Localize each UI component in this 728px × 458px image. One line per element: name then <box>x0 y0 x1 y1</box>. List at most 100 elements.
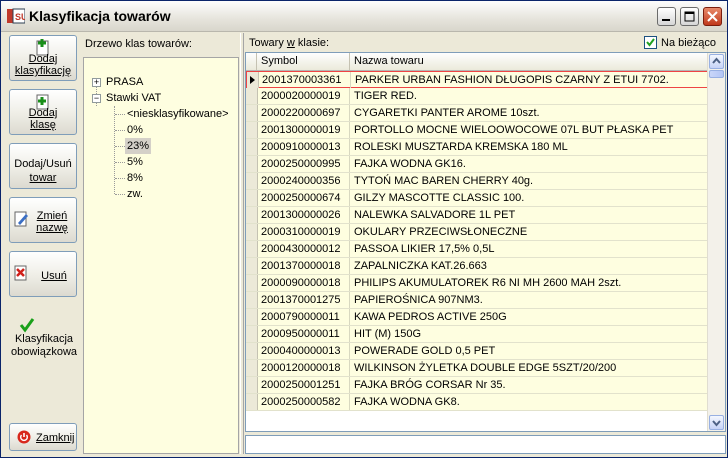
tree-node-stawki-vat[interactable]: Stawki VAT <box>106 90 161 106</box>
realtime-checkbox-label[interactable]: Na bieżąco <box>661 37 716 49</box>
table-row[interactable]: 2000220000697 CYGARETKI PANTER AROME 10sz… <box>246 105 709 122</box>
table-row[interactable]: 2000910000013 ROLESKI MUSZTARDA KREMSKA 1… <box>246 139 709 156</box>
cell-symbol[interactable]: 2001370003361 <box>258 72 351 88</box>
table-row[interactable]: 2001300000026 NALEWKA SALVADORE 1L PET <box>246 207 709 224</box>
table-row[interactable]: 2000430000012 PASSOA LIKIER 17,5% 0,5L <box>246 241 709 258</box>
table-row[interactable]: 2000400000013 POWERADE GOLD 0,5 PET <box>246 343 709 360</box>
rename-label-1: Zmień <box>36 210 68 222</box>
items-label: Towary w klasie: <box>249 37 330 49</box>
table-row[interactable]: 2000250000582 FAJKA WODNA GK8. <box>246 394 709 411</box>
vertical-scrollbar[interactable] <box>707 53 725 431</box>
delete-label: Usuń <box>41 270 67 282</box>
add-class-button[interactable]: Dodaj klasę <box>9 89 77 135</box>
cell-name[interactable]: NALEWKA SALVADORE 1L PET <box>350 207 709 223</box>
rename-button[interactable]: Zmień nazwę <box>9 197 77 243</box>
cell-name[interactable]: ZAPALNICZKA KAT.26.663 <box>350 258 709 274</box>
cell-symbol[interactable]: 2000250000674 <box>257 190 350 206</box>
minimize-icon <box>662 19 670 21</box>
expand-icon[interactable]: + <box>92 78 101 87</box>
class-tree[interactable]: + PRASA − Stawki VAT <niesklasyfikowane>… <box>83 57 239 454</box>
table-row[interactable]: 2001300000019 PORTOLLO MOCNE WIELOOWOCOWE… <box>246 122 709 139</box>
cell-symbol[interactable]: 2000240000356 <box>257 173 350 189</box>
cell-name[interactable]: PORTOLLO MOCNE WIELOOWOCOWE 07L BUT PŁAS… <box>350 122 709 138</box>
cell-name[interactable]: POWERADE GOLD 0,5 PET <box>350 343 709 359</box>
cell-symbol[interactable]: 2001370001275 <box>257 292 350 308</box>
cell-symbol[interactable]: 2000090000018 <box>257 275 350 291</box>
cell-symbol[interactable]: 2001370000018 <box>257 258 350 274</box>
close-window-button[interactable] <box>703 7 722 26</box>
scroll-up-button[interactable] <box>709 54 724 69</box>
collapse-icon[interactable]: − <box>92 94 101 103</box>
tree-label: Drzewo klas towarów: <box>85 38 192 50</box>
arrow-down-icon <box>712 420 721 427</box>
table-row[interactable]: 2000240000356 TYTOŃ MAC BAREN CHERRY 40g. <box>246 173 709 190</box>
cell-name[interactable]: PHILIPS AKUMULATOREK R6 NI MH 2600 MAH 2… <box>350 275 709 291</box>
items-table[interactable]: Symbol Nazwa towaru 2001370003361 PARKER … <box>245 52 726 432</box>
table-row[interactable]: 2000250000995 FAJKA WODNA GK16. <box>246 156 709 173</box>
cell-symbol[interactable]: 2000250001251 <box>257 377 350 393</box>
cell-symbol[interactable]: 2000400000013 <box>257 343 350 359</box>
tree-node-vat-5[interactable]: 5% <box>127 154 143 170</box>
add-class-label-1: Dodaj <box>28 107 58 119</box>
maximize-button[interactable] <box>680 7 699 26</box>
cell-symbol[interactable]: 2000910000013 <box>257 139 350 155</box>
splitter[interactable] <box>240 33 244 454</box>
cell-name[interactable]: HIT (M) 150G <box>350 326 709 342</box>
realtime-checkbox[interactable] <box>644 36 657 49</box>
cell-name[interactable]: PASSOA LIKIER 17,5% 0,5L <box>350 241 709 257</box>
cell-symbol[interactable]: 2001300000026 <box>257 207 350 223</box>
cell-name[interactable]: TYTOŃ MAC BAREN CHERRY 40g. <box>350 173 709 189</box>
cell-name[interactable]: CYGARETKI PANTER AROME 10szt. <box>350 105 709 121</box>
column-header-symbol[interactable]: Symbol <box>257 53 350 70</box>
cell-symbol[interactable]: 2001300000019 <box>257 122 350 138</box>
table-row[interactable]: 2001370001275 PAPIEROŚNICA 907NM3. <box>246 292 709 309</box>
cell-symbol[interactable]: 2000950000011 <box>257 326 350 342</box>
cell-name[interactable]: FAJKA BRÓG CORSAR Nr 35. <box>350 377 709 393</box>
add-remove-item-button[interactable]: Dodaj/Usuń towar <box>9 143 77 189</box>
cell-symbol[interactable]: 2000220000697 <box>257 105 350 121</box>
tree-node-vat-0[interactable]: 0% <box>127 122 143 138</box>
scroll-down-button[interactable] <box>709 415 724 430</box>
table-row[interactable]: 2000020000019 TIGER RED. <box>246 88 709 105</box>
rename-label-2: nazwę <box>36 222 68 234</box>
cell-name[interactable]: FAJKA WODNA GK16. <box>350 156 709 172</box>
cell-name[interactable]: KAWA PEDROS ACTIVE 250G <box>350 309 709 325</box>
cell-name[interactable]: OKULARY PRZECIWSŁONECZNE <box>350 224 709 240</box>
table-row[interactable]: 2000120000018 WILKINSON ŻYLETKA DOUBLE ED… <box>246 360 709 377</box>
table-row[interactable]: 2000950000011 HIT (M) 150G <box>246 326 709 343</box>
close-button[interactable]: Zamknij <box>9 423 77 451</box>
cell-symbol[interactable]: 2000020000019 <box>257 88 350 104</box>
cell-name[interactable]: GILZY MASCOTTE CLASSIC 100. <box>350 190 709 206</box>
cell-symbol[interactable]: 2000310000019 <box>257 224 350 240</box>
add-classification-button[interactable]: Dodaj klasyfikację <box>9 35 77 81</box>
minimize-button[interactable] <box>657 7 676 26</box>
title-bar[interactable]: SU Klasyfikacja towarów <box>1 1 727 32</box>
scroll-thumb[interactable] <box>709 70 724 78</box>
table-row[interactable]: 2001370000018 ZAPALNICZKA KAT.26.663 <box>246 258 709 275</box>
column-header-name[interactable]: Nazwa towaru <box>350 53 709 70</box>
cell-symbol[interactable]: 2000250000582 <box>257 394 350 410</box>
tree-node-zw[interactable]: zw. <box>127 186 143 202</box>
table-row[interactable]: 2000250001251 FAJKA BRÓG CORSAR Nr 35. <box>246 377 709 394</box>
cell-symbol[interactable]: 2000430000012 <box>257 241 350 257</box>
tree-node-unclassified[interactable]: <niesklasyfikowane> <box>127 106 229 122</box>
delete-button[interactable]: Usuń <box>9 251 77 297</box>
tree-node-vat-23[interactable]: 23% <box>125 138 152 154</box>
cell-symbol[interactable]: 2000120000018 <box>257 360 350 376</box>
cell-name[interactable]: ROLESKI MUSZTARDA KREMSKA 180 ML <box>350 139 709 155</box>
cell-name[interactable]: FAJKA WODNA GK8. <box>350 394 709 410</box>
filter-input[interactable] <box>245 435 726 454</box>
table-row[interactable]: 2000310000019 OKULARY PRZECIWSŁONECZNE <box>246 224 709 241</box>
cell-name[interactable]: WILKINSON ŻYLETKA DOUBLE EDGE 5SZT/20/20… <box>350 360 709 376</box>
tree-node-prasa[interactable]: PRASA <box>106 74 143 90</box>
cell-name[interactable]: PARKER URBAN FASHION DŁUGOPIS CZARNY Z E… <box>351 72 710 88</box>
table-row[interactable]: 2000090000018 PHILIPS AKUMULATOREK R6 NI … <box>246 275 709 292</box>
tree-node-vat-8[interactable]: 8% <box>127 170 143 186</box>
cell-symbol[interactable]: 2000250000995 <box>257 156 350 172</box>
cell-name[interactable]: TIGER RED. <box>350 88 709 104</box>
cell-symbol[interactable]: 2000790000011 <box>257 309 350 325</box>
table-row[interactable]: 2001370003361 PARKER URBAN FASHION DŁUGOP… <box>246 71 710 88</box>
table-row[interactable]: 2000250000674 GILZY MASCOTTE CLASSIC 100. <box>246 190 709 207</box>
table-row[interactable]: 2000790000011 KAWA PEDROS ACTIVE 250G <box>246 309 709 326</box>
cell-name[interactable]: PAPIEROŚNICA 907NM3. <box>350 292 709 308</box>
